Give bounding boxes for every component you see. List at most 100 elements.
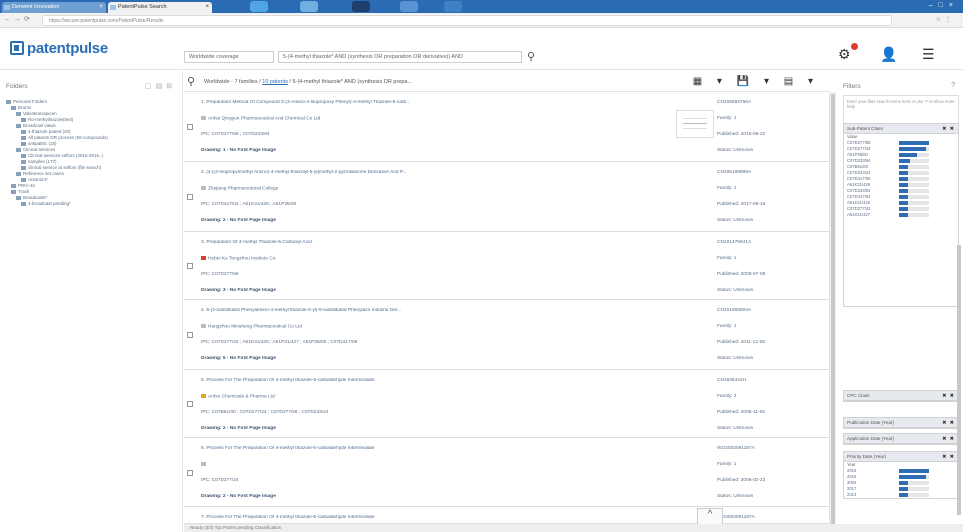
search-icon[interactable]: ⚲ [527,50,535,63]
close-icon[interactable]: ✖ ✖ [942,418,955,428]
scrollbar-thumb[interactable] [831,94,835,524]
taskbar-app-icon[interactable] [352,1,370,12]
filter-row-bar [899,171,908,175]
folder-label: antipathic (18) [28,141,57,146]
result-drawing[interactable]: Drawing: 5 - No First Page Image [201,356,681,362]
result-published: Published: 2016-06-22 [717,132,766,137]
result-record: 3. Preparation Of 4-methyl Thiazole-5-Ca… [184,232,829,300]
result-pubno[interactable]: WO2003091187A [717,446,755,452]
browser-tab-1[interactable]: Derwent Innovation × [2,2,106,13]
results-toolbar: ⚲ Worldwide - 7 families / 10 patents / … [184,74,829,92]
taskbar-app-icon[interactable] [444,1,462,12]
folder-icon [21,159,26,164]
result-drawing[interactable]: Drawing: 1 - No First Page Image [201,148,681,154]
close-icon[interactable]: ✖ ✖ [942,391,955,401]
result-family: Family: 1 [717,462,737,467]
folder-label: 4-thiazole patent (20) [28,129,71,134]
filter-row-label: 2004 [847,480,857,485]
result-drawing[interactable]: Drawing: 2 - No First Page Image [201,426,681,432]
ipc-filter-header[interactable]: Sub-Patent Class ✖ ✖ [844,124,958,134]
result-record: 2. (4-[(2-Isopropylmethyl Amino)-4-methy… [184,162,829,232]
logo[interactable]: patentpulse [10,38,108,58]
close-icon[interactable]: ✖ ✖ [942,124,955,134]
result-title[interactable]: 3. Preparation Of 4-methyl Thiazole-5-Ca… [201,240,681,246]
result-ipc: IPC: C07D277/56 ; C07D233/64 [201,132,681,138]
result-checkbox[interactable] [187,469,193,476]
result-checkbox[interactable] [187,332,193,338]
result-title[interactable]: 1. Preparation Method Of Compound 2-(3-A… [201,100,681,106]
query-input[interactable]: 5-(4-methyl thiazole* AND (synthesis OR … [278,51,522,63]
close-tab-icon[interactable]: × [205,2,209,13]
result-record: 6. Process For The Preparation Of 4-meth… [184,438,829,507]
folder-label: Personal Folders [13,99,48,104]
assignee-flag-icon [201,256,206,260]
result-checkbox[interactable] [187,263,193,269]
result-drawing[interactable]: Drawing: 2 - No First Page Image [201,494,681,500]
result-drawing[interactable]: Drawing: 2 - No First Page Image [201,218,681,224]
result-pubno[interactable]: CN105693766A [717,100,751,106]
cpc-filter-box[interactable]: CPC Class ✖ ✖ [843,390,959,402]
result-checkbox[interactable] [187,194,193,200]
breadcrumb: Worldwide - 7 families / 10 patents / 5-… [204,79,413,85]
result-pubno[interactable]: CN106188899A [717,170,751,176]
first-page-thumbnail[interactable] [676,110,714,138]
tab-favicon-icon [4,5,10,10]
folder-label: Clinical services [23,147,56,152]
folder-label: Clinical services selfors (2015-2016..) [28,153,104,158]
result-title[interactable]: 6. Process For The Preparation Of 4-meth… [201,446,681,452]
result-pubno[interactable]: CN1845443H [717,378,746,384]
folder-toolbar-icons[interactable]: ▢▤⊞ [145,82,176,90]
folder-label: Broadcasts* [23,195,48,200]
result-checkbox[interactable] [187,401,193,407]
result-pubno[interactable]: CN101475641A [717,240,751,246]
result-drawing-text: Drawing: 3 - No First Page Image [201,288,276,293]
help-icon[interactable]: ? [951,82,955,89]
assignee-flag-icon [201,186,206,190]
taskbar-app-icon[interactable] [250,1,268,12]
filter-row-label: C07D417/06 [847,176,871,181]
publication-date-filter-box[interactable]: Publication Date (Year) ✖ ✖ [843,417,959,429]
result-checkbox[interactable] [187,124,193,130]
filter-row[interactable]: A61K31/427 [844,212,958,218]
filter-row[interactable]: 2013 [844,492,958,498]
browser-tab-2[interactable]: PatentPulse Search × [108,2,212,13]
taskbar-app-icon[interactable] [400,1,418,12]
close-icon[interactable]: ✖ ✖ [942,434,955,444]
folder-icon [11,189,16,194]
browser-menu-icons[interactable]: ☆⋮ [936,16,955,23]
folder-icon [16,195,21,200]
filter-row-bar [899,213,908,217]
results-tools[interactable]: ▦ ▾ 💾 ▾ ▤ ▾ [693,76,819,87]
search-icon[interactable]: ⚲ [187,75,195,88]
taskbar-app-icon[interactable] [300,1,318,12]
result-record: 5. Process For The Preparation Of 4-meth… [184,370,829,438]
result-family: Family: 1 [717,186,737,191]
result-drawing[interactable]: Drawing: 3 - No First Page Image [201,288,681,294]
result-title-text: 7. Process For The Preparation Of 4-meth… [201,515,375,520]
application-date-filter-box[interactable]: Application Date (Year) ✖ ✖ [843,433,959,445]
browser-nav-buttons[interactable]: ←→⟳ [4,15,33,23]
folder-tree-item[interactable]: 4-broadcast pending* [6,201,181,207]
results-scrollbar[interactable] [829,92,836,524]
close-icon[interactable]: ✖ ✖ [942,452,955,462]
patents-link[interactable]: 10 patents [262,79,288,85]
result-pubno[interactable]: CN101955804A [717,308,751,314]
coverage-select[interactable]: Worldwide coverage [184,51,274,63]
close-tab-icon[interactable]: × [99,2,103,13]
folder-label: PRIV-42 [18,183,35,188]
filter-row-label: 2013 [847,492,857,497]
result-title[interactable]: 7. Process For The Preparation Of 4-meth… [201,515,681,521]
folder-label: Ro-methythiazole(text) [28,117,74,122]
folder-label: clinical service at selfom (file search) [28,165,102,170]
alerts-icon[interactable]: ⚙ [838,46,851,63]
user-icon[interactable]: 👤 [880,46,897,63]
result-title[interactable]: 4. 5-(2-substituted Phenylamino-4-methyl… [201,308,681,314]
folder-icon [21,165,26,170]
result-title[interactable]: 5. Process For The Preparation Of 4-meth… [201,378,681,384]
menu-icon[interactable]: ☰ [922,46,935,63]
url-input[interactable]: https://secure.patentpulse.com/PatentPul… [42,15,892,26]
filters-scrollbar[interactable] [957,245,961,515]
result-title[interactable]: 2. (4-[(2-Isopropylmethyl Amino)-4-methy… [201,170,681,176]
filter-row-label: A61K31/425 [847,200,871,205]
window-controls[interactable]: –□× [929,0,959,12]
